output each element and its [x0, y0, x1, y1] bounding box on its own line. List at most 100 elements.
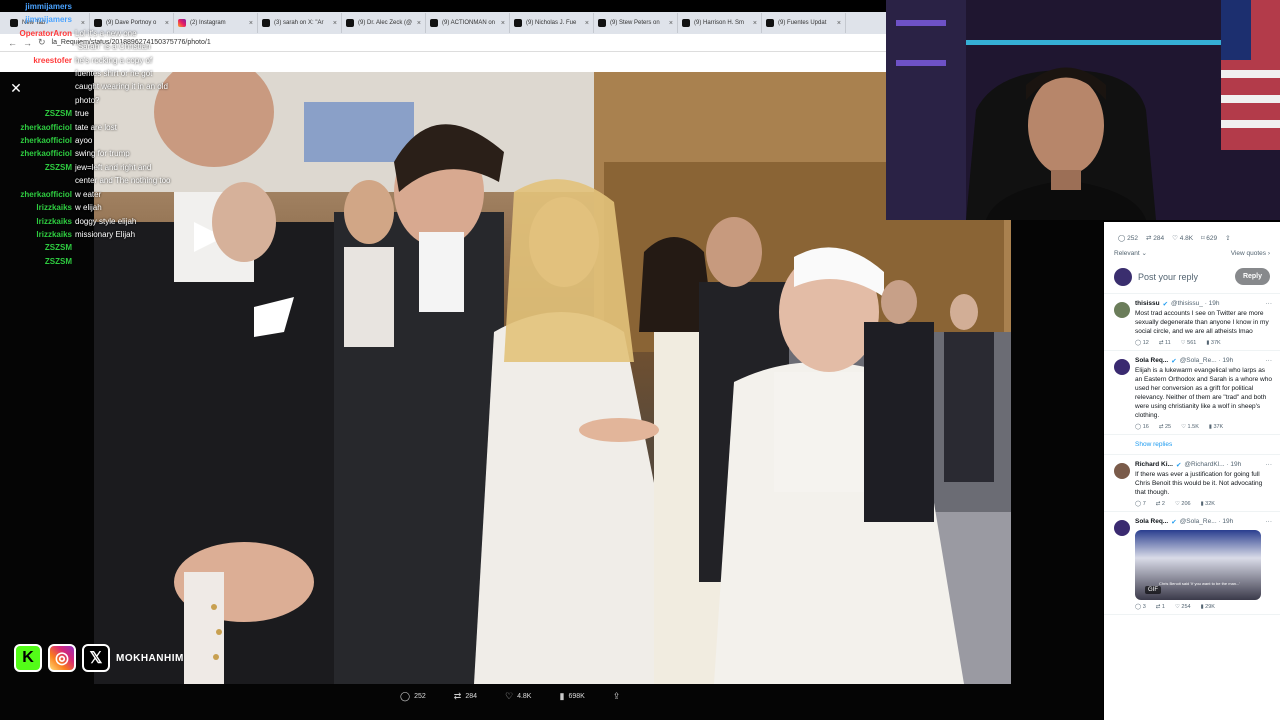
reply-repost-button[interactable]: ⇄ 25	[1159, 424, 1171, 430]
show-replies-link[interactable]: Show replies	[1104, 435, 1280, 455]
close-icon[interactable]: ×	[585, 20, 589, 27]
chat-message: caught wearing it in an old	[0, 80, 185, 93]
chat-text: photo?	[75, 95, 100, 105]
reply-repost-button[interactable]: ⇄ 1	[1156, 604, 1165, 610]
close-icon[interactable]: ×	[837, 20, 841, 27]
like-stat[interactable]: ♡ 4.8K	[1172, 234, 1193, 242]
reply-author[interactable]: Richard Ki...	[1135, 461, 1173, 469]
bookmark-stat[interactable]: ⌑ 629	[1201, 234, 1217, 242]
sort-label: Relevant	[1114, 250, 1140, 257]
more-icon[interactable]: ···	[1266, 518, 1273, 526]
avatar[interactable]	[1114, 359, 1130, 375]
reply-views-button[interactable]: ▮ 37K	[1209, 424, 1223, 430]
more-icon[interactable]: ···	[1266, 300, 1273, 308]
viewer-reply-button[interactable]: ◯ 252	[400, 691, 426, 702]
reply-item[interactable]: Sola Req... ✔ @Sola_Re... · 19h ··· Elijah i…	[1104, 351, 1280, 435]
reply-like-button[interactable]: ♡ 254	[1175, 604, 1191, 610]
reply-like-button[interactable]: ♡ 1.5K	[1181, 424, 1199, 430]
reply-item[interactable]: Richard Ki... ✔ @RichardKl... · 19h ··· If t…	[1104, 455, 1280, 512]
reply-reply-button[interactable]: ◯ 16	[1135, 424, 1149, 430]
reply-reply-button[interactable]: ◯ 12	[1135, 340, 1149, 346]
chat-text: center and The nothing too	[75, 176, 171, 186]
browser-tab[interactable]: (9) Nicholas J. Fue ×	[510, 13, 594, 33]
chat-username: zherkaofficiol	[20, 149, 72, 159]
browser-tab[interactable]: (9) Stew Peters on ×	[594, 13, 678, 33]
browser-tab[interactable]: (9) Harrison H. Sm ×	[678, 13, 762, 33]
browser-tab[interactable]: (9) ACTIONMAN on ×	[426, 13, 510, 33]
chat-message: fuentes shirt or he got	[0, 67, 185, 80]
x-icon	[682, 19, 690, 27]
chat-username: ZSZSM	[44, 256, 72, 266]
viewer-views-button[interactable]: ▮ 698K	[559, 691, 584, 702]
reply-header: thisissu ✔ @thisissu_ · 19h ···	[1135, 300, 1272, 308]
verified-icon: ✔	[1175, 462, 1182, 469]
reply-stat[interactable]: ◯ 252	[1118, 234, 1138, 242]
reply-like-button[interactable]: ♡ 561	[1181, 340, 1197, 346]
share-icon[interactable]: ⇪	[1225, 234, 1230, 242]
reply-body: Sola Req... ✔ @Sola_Re... · 19h ··· Chris Be…	[1135, 518, 1272, 610]
more-icon[interactable]: ···	[1266, 461, 1273, 469]
view-quotes-link[interactable]: View quotes ›	[1231, 250, 1270, 257]
viewer-like-button[interactable]: ♡ 4.8K	[505, 691, 531, 702]
reply-views-button[interactable]: ▮ 32K	[1201, 501, 1215, 507]
chat-text: fuentes shirt or he got	[75, 69, 153, 79]
reply-reply-count: 3	[1142, 604, 1146, 610]
reply-reply-button[interactable]: ◯ 3	[1135, 604, 1146, 610]
x-icon: 𝕏	[82, 644, 110, 672]
reply-repost-button[interactable]: ⇄ 11	[1159, 340, 1171, 346]
repost-icon: ⇄	[453, 690, 462, 701]
x-icon	[766, 19, 774, 27]
viewer-share-button[interactable]: ⇪	[613, 691, 621, 702]
browser-tab[interactable]: (9) Dr. Alec Zeck (@ ×	[342, 13, 426, 33]
viewer-repost-button[interactable]: ⇄ 284	[454, 691, 477, 702]
close-icon[interactable]: ×	[501, 20, 505, 27]
reply-repost-count: 11	[1164, 340, 1171, 346]
reply-author[interactable]: Sola Req...	[1135, 518, 1168, 526]
stream-layout: New Tab × (9) Dave Portnoy o × (2) Instagram…	[0, 0, 1280, 720]
reply-reply-button[interactable]: ◯ 7	[1135, 501, 1146, 507]
sort-dropdown[interactable]: Relevant ⌄	[1114, 249, 1147, 257]
reply-views-button[interactable]: ▮ 37K	[1206, 340, 1220, 346]
browser-tab[interactable]: (9) Fuentes Updat ×	[762, 13, 846, 33]
browser-tab[interactable]: (3) sarah on X: "Ar ×	[258, 13, 342, 33]
reply-repost-button[interactable]: ⇄ 2	[1156, 501, 1165, 507]
reply-gif[interactable]: Chris Benoit said 'If you want to be the…	[1135, 530, 1261, 600]
post-photo	[94, 72, 1011, 684]
reply-view-count: 37K	[1213, 424, 1224, 430]
bookmark-stat-count: 629	[1206, 235, 1218, 242]
reply-like-button[interactable]: ♡ 206	[1175, 501, 1191, 507]
repost-stat[interactable]: ⇄ 284	[1146, 234, 1164, 242]
close-icon[interactable]: ×	[753, 20, 757, 27]
close-icon[interactable]: ×	[417, 20, 421, 27]
viewer-repost-count: 284	[465, 692, 477, 700]
close-icon[interactable]: ×	[249, 20, 253, 27]
reply-item[interactable]: thisissu ✔ @thisissu_ · 19h ··· Most trad ac…	[1104, 294, 1280, 351]
reply-input[interactable]: Post your reply	[1138, 272, 1229, 282]
reply-handle: @Sola_Re... · 19h	[1179, 518, 1234, 525]
browser-tab[interactable]: (2) Instagram ×	[174, 13, 258, 33]
reply-button[interactable]: Reply	[1234, 268, 1270, 285]
avatar[interactable]	[1114, 520, 1130, 536]
repost-stat-count: 284	[1153, 235, 1165, 242]
reply-author[interactable]: thisissu	[1135, 300, 1160, 308]
webcam-feed	[886, 0, 1280, 220]
comment-icon: ◯	[400, 690, 411, 701]
avatar[interactable]	[1114, 463, 1130, 479]
avatar[interactable]	[1114, 302, 1130, 318]
reply-author[interactable]: Sola Req...	[1135, 357, 1168, 365]
reply-item[interactable]: Sola Req... ✔ @Sola_Re... · 19h ··· Chris Be…	[1104, 512, 1280, 615]
more-icon[interactable]: ···	[1266, 357, 1273, 365]
reply-views-button[interactable]: ▮ 29K	[1201, 604, 1215, 610]
browser-tab-label: (9) Fuentes Updat	[778, 20, 827, 26]
reply-body: thisissu ✔ @thisissu_ · 19h ··· Most trad ac…	[1135, 300, 1272, 346]
close-icon[interactable]: ×	[669, 20, 673, 27]
chat-message: lrizzkaiks doggy style elijah	[0, 215, 185, 228]
reply-text: If there was ever a justification for go…	[1135, 471, 1263, 496]
verified-icon: ✔	[1162, 301, 1169, 308]
reply-stat-count: 252	[1127, 235, 1138, 242]
chat-text: "Sarah" is a Christian	[75, 42, 151, 52]
reply-repost-count: 25	[1164, 424, 1172, 430]
post-stats-bar: ◯ 252 ⇄ 284 ♡ 4.8K ⌑ 629 ⇪	[1104, 222, 1280, 246]
reply-text: Most trad accounts I see on Twitter are …	[1135, 310, 1269, 335]
close-icon[interactable]: ×	[333, 20, 337, 27]
